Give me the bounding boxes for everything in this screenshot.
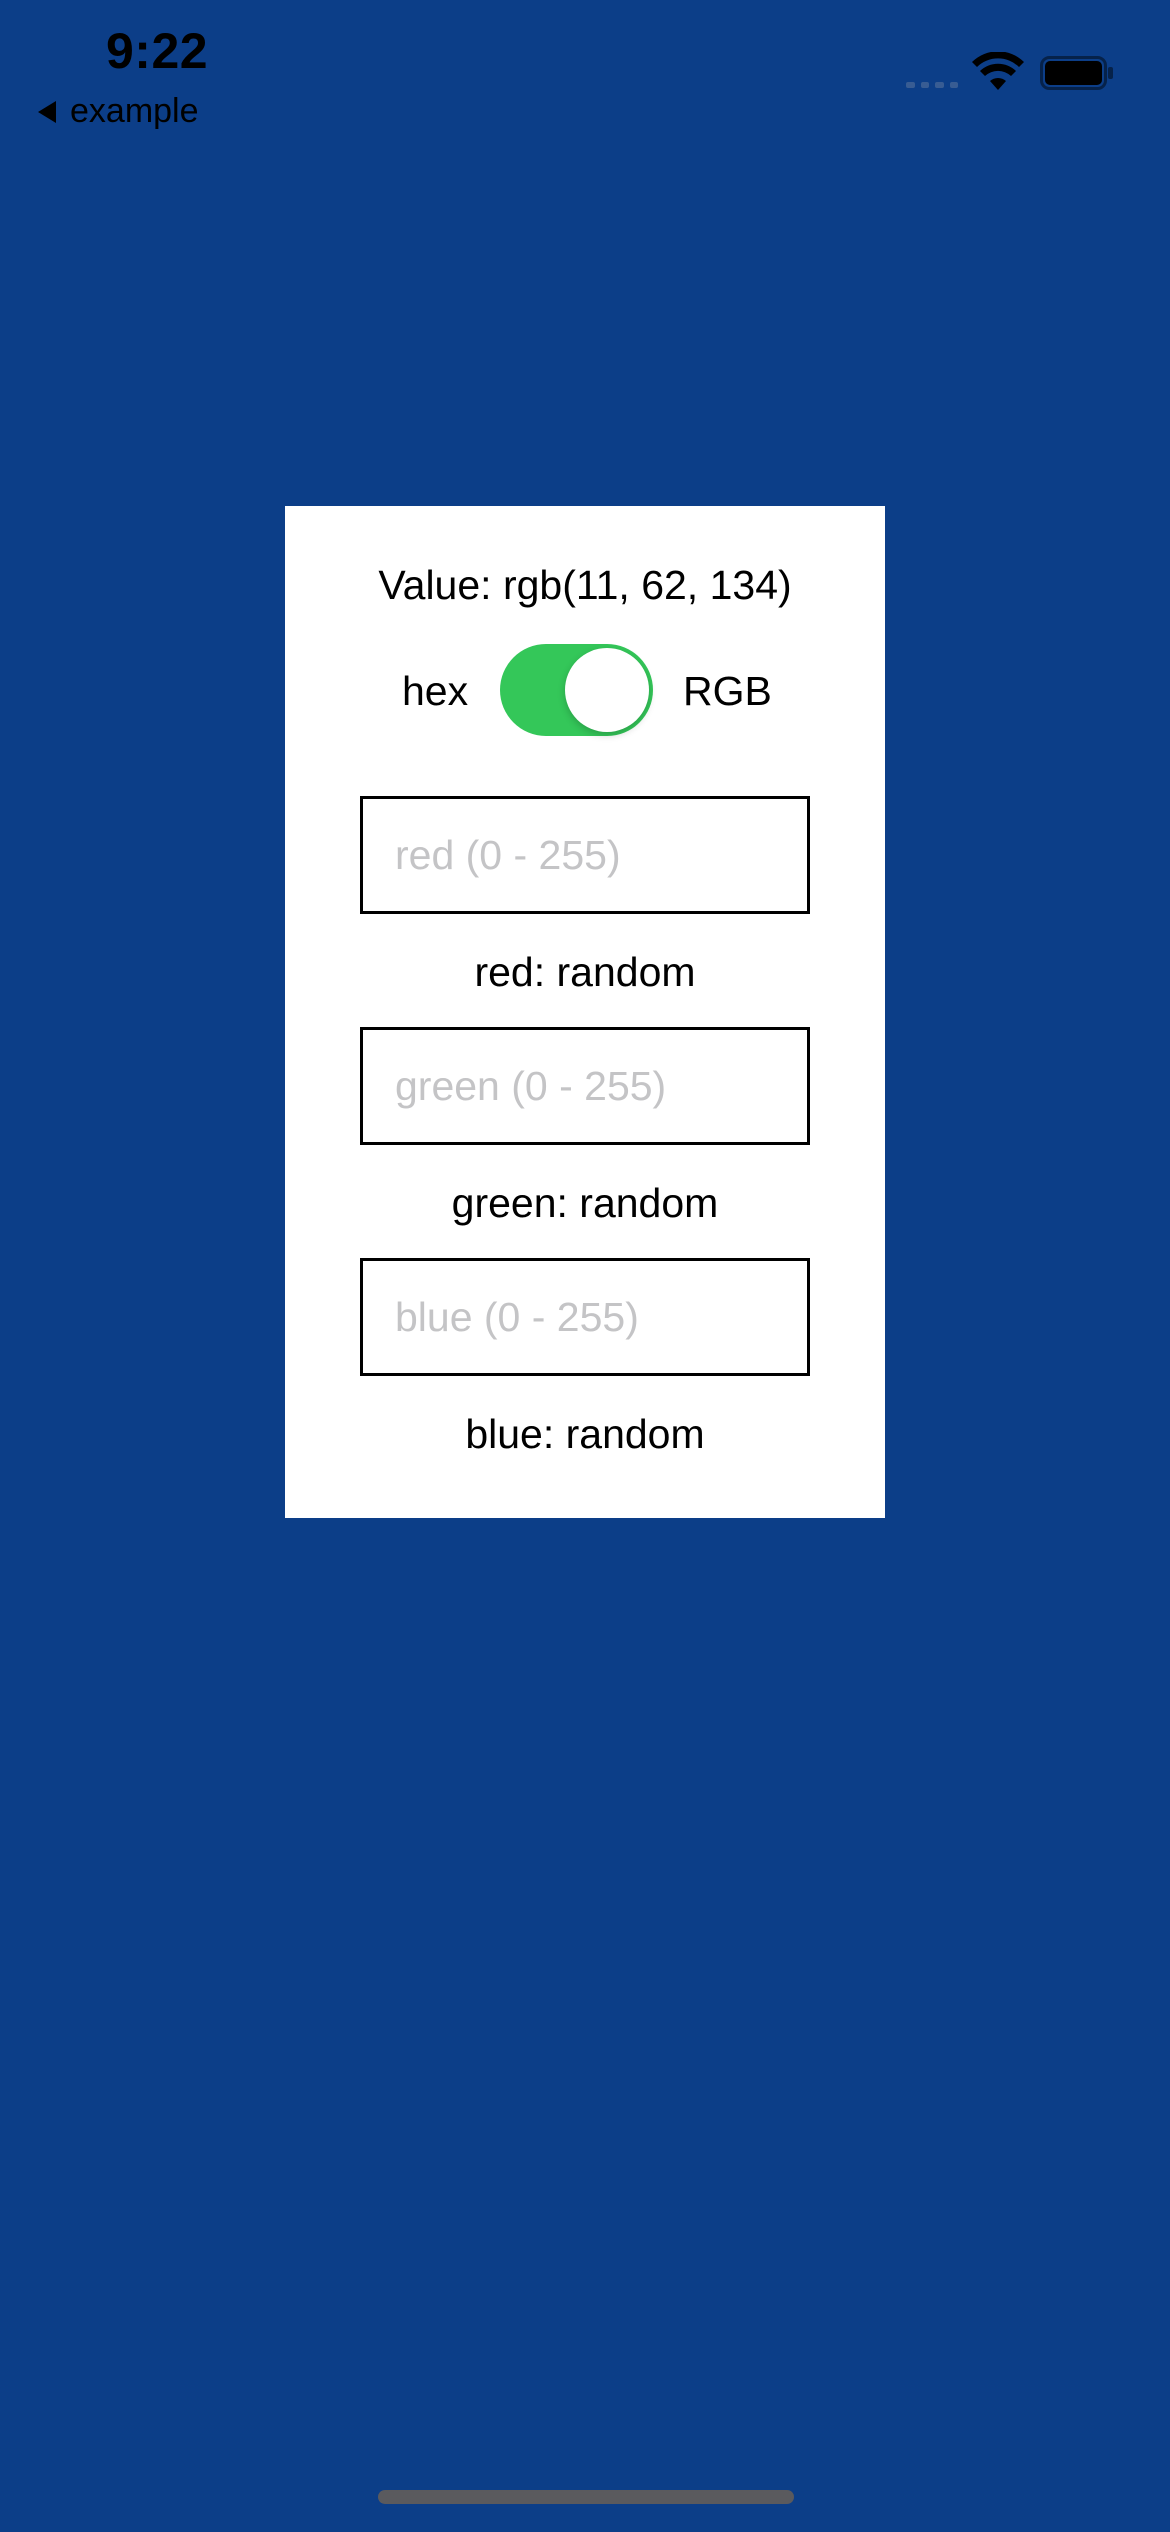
red-input[interactable]	[363, 799, 807, 911]
toggle-label-rgb: RGB	[683, 668, 772, 714]
green-input[interactable]	[363, 1030, 807, 1142]
green-field	[360, 1027, 810, 1145]
status-time: 9:22	[106, 23, 209, 79]
blue-input[interactable]	[363, 1261, 807, 1373]
format-switch[interactable]	[500, 644, 653, 736]
back-label: example	[70, 92, 199, 130]
blue-caption: blue: random	[465, 1411, 705, 1457]
cellular-signal-icon	[906, 82, 958, 90]
app-screen: 9:22 example Value: rgb(11, 62, 134) hex…	[0, 0, 1170, 2532]
battery-icon	[1040, 56, 1113, 90]
back-triangle-icon	[38, 100, 56, 123]
back-button[interactable]: example	[38, 92, 199, 131]
toggle-label-hex: hex	[402, 668, 469, 714]
green-caption: green: random	[451, 1180, 719, 1226]
red-caption: red: random	[474, 949, 696, 995]
color-picker-card: Value: rgb(11, 62, 134) hex RGB red: ran…	[285, 506, 885, 1518]
color-value-text: Value: rgb(11, 62, 134)	[378, 562, 792, 608]
blue-field	[360, 1258, 810, 1376]
wifi-icon	[972, 52, 1024, 90]
format-toggle-row: hex RGB	[285, 644, 885, 740]
switch-knob	[565, 648, 649, 732]
home-indicator[interactable]	[378, 2490, 794, 2504]
red-field	[360, 796, 810, 914]
